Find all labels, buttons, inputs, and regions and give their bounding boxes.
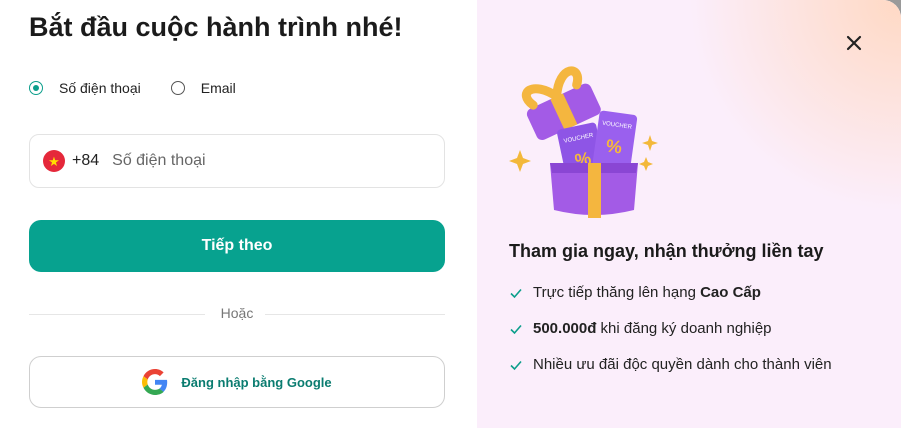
check-icon — [510, 324, 522, 334]
google-login-label: Đăng nhập bằng Google — [181, 374, 332, 390]
next-button[interactable]: Tiếp theo — [29, 220, 445, 272]
country-code[interactable]: +84 — [72, 152, 99, 170]
benefit-item: Trực tiếp thăng lên hạng Cao Cấp — [509, 284, 761, 301]
or-divider: Hoặc — [29, 305, 445, 323]
radio-email-label: Email — [200, 80, 236, 96]
benefit-item: Nhiều ưu đãi độc quyền dành cho thành vi… — [509, 356, 832, 373]
benefit-item: 500.000đ khi đăng ký doanh nghiệp — [509, 320, 772, 337]
radio-dot-phone[interactable] — [29, 81, 43, 95]
signup-form-panel: Bắt đầu cuộc hành trình nhé! Số điện tho… — [0, 0, 477, 428]
radio-email[interactable]: Email — [170, 80, 236, 96]
benefit-bold: 500.000đ — [533, 320, 597, 337]
vietnam-flag-icon[interactable]: ★ — [43, 150, 65, 172]
radio-phone-label: Số điện thoại — [59, 80, 141, 96]
sparkle-icon — [639, 157, 653, 171]
promo-title: Tham gia ngay, nhận thưởng liền tay — [509, 241, 824, 261]
google-icon — [142, 369, 168, 395]
login-method-radio-group: Số điện thoại Email — [29, 80, 266, 96]
sparkle-icon — [509, 150, 531, 172]
benefit-bold: Cao Cấp — [700, 284, 761, 301]
divider-line-right — [265, 314, 445, 315]
phone-input[interactable] — [110, 151, 415, 171]
check-icon — [510, 288, 522, 298]
divider-label: Hoặc — [220, 305, 254, 321]
benefit-text: khi đăng ký doanh nghiệp — [596, 320, 772, 337]
radio-dot-email[interactable] — [170, 81, 185, 95]
svg-text:%: % — [605, 135, 624, 157]
google-login-button[interactable]: Đăng nhập bằng Google — [29, 356, 445, 408]
phone-input-group: ★ +84 — [29, 134, 445, 188]
check-icon — [510, 360, 522, 370]
radio-phone[interactable]: Số điện thoại — [29, 80, 141, 96]
benefit-text: Nhiều ưu đãi độc quyền dành cho thành vi… — [533, 356, 832, 373]
close-icon[interactable] — [842, 31, 866, 55]
sparkle-icon — [642, 135, 658, 151]
signup-modal: Bắt đầu cuộc hành trình nhé! Số điện tho… — [0, 0, 901, 428]
page-title: Bắt đầu cuộc hành trình nhé! — [29, 12, 403, 42]
gift-voucher-illustration: VOUCHER % VOUCHER % — [509, 66, 658, 218]
benefit-text: Trực tiếp thăng lên hạng — [533, 284, 701, 301]
